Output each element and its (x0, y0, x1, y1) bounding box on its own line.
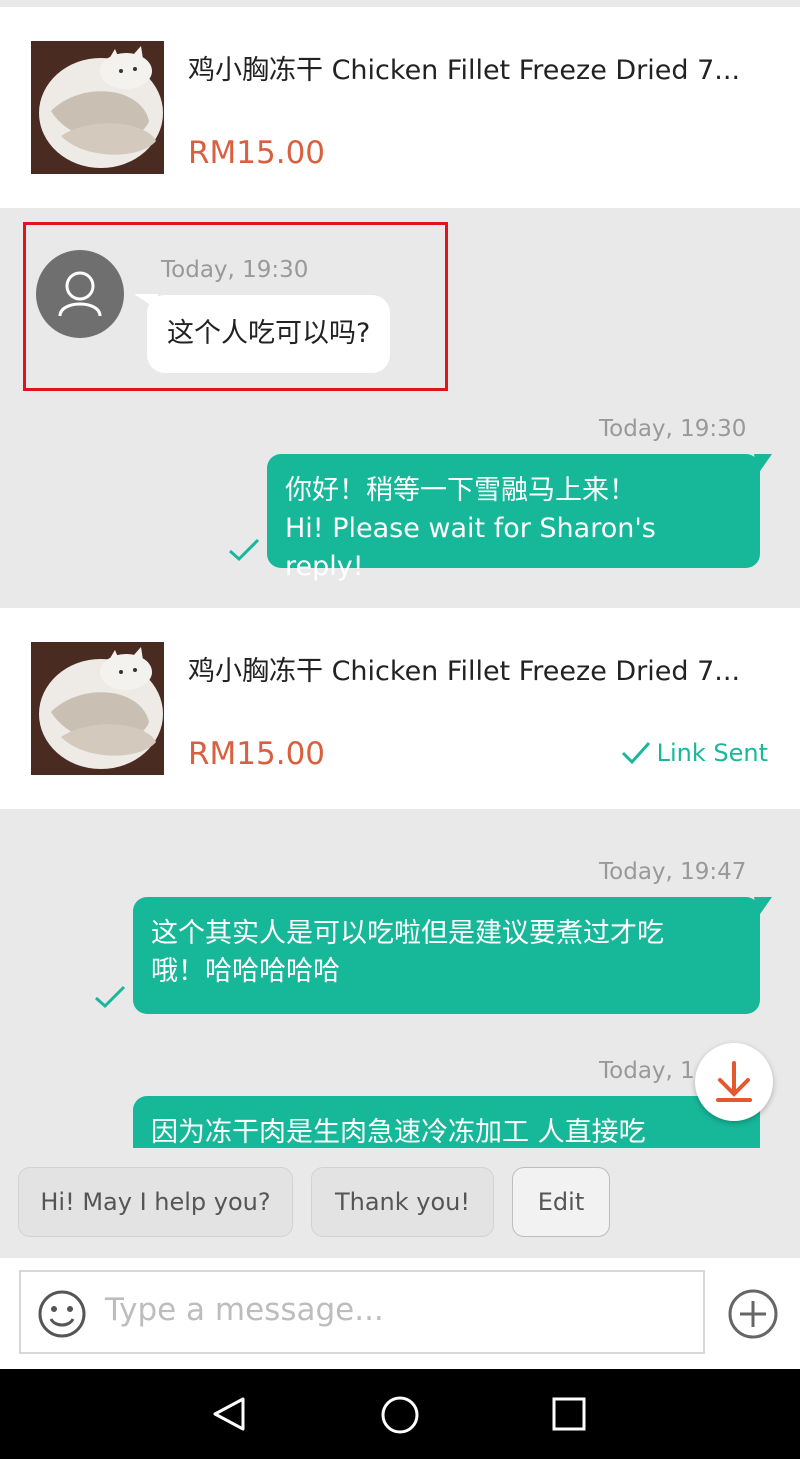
outgoing-message-bubble[interactable]: 你好！稍等一下雪融马上来！ Hi! Please wait for Sharon… (267, 454, 760, 582)
outgoing-message-bubble[interactable]: 这个其实人是可以吃啦但是建议要煮过才吃 哦！哈哈哈哈哈 (133, 897, 760, 1014)
message-composer: Type a message... (0, 1258, 800, 1369)
message-input[interactable]: Type a message... (19, 1270, 705, 1354)
circle-home-icon[interactable] (380, 1395, 420, 1435)
message-line: 这个其实人是可以吃啦但是建议要煮过才吃 (151, 918, 664, 949)
message-placeholder: Type a message... (105, 1292, 384, 1328)
triangle-back-icon[interactable] (210, 1395, 248, 1433)
plus-circle-icon[interactable] (727, 1288, 779, 1340)
message-line: Hi! Please wait for Sharon's reply! (285, 513, 656, 582)
quick-reply-button[interactable]: Hi! May I help you? (18, 1167, 293, 1237)
bubble-tail (754, 454, 772, 474)
bubble-tail (754, 897, 772, 917)
highlight-annotation (23, 222, 448, 391)
message-clip: Today, 1 因为冻干肉是生肉急速冷冻加工 人直接吃 (0, 1040, 800, 1148)
product-title: 鸡小胸冻干 Chicken Fillet Freeze Dried 7... (188, 656, 741, 687)
outgoing-message-bubble[interactable]: 因为冻干肉是生肉急速冷冻加工 人直接吃 (133, 1096, 760, 1148)
scroll-to-bottom-button[interactable] (695, 1043, 773, 1121)
product-image (31, 41, 164, 174)
message-timestamp: Today, 19:47 (599, 859, 747, 885)
product-price: RM15.00 (188, 736, 326, 772)
message-line: 哦！哈哈哈哈哈 (151, 956, 340, 987)
quick-reply-button[interactable]: Thank you! (311, 1167, 494, 1237)
product-card[interactable]: 鸡小胸冻干 Chicken Fillet Freeze Dried 7... R… (0, 7, 800, 208)
top-strip (0, 0, 800, 7)
edit-quick-replies-button[interactable]: Edit (512, 1167, 610, 1237)
checkmark-icon (621, 741, 650, 765)
emoji-icon[interactable] (37, 1289, 87, 1339)
product-card[interactable]: 鸡小胸冻干 Chicken Fillet Freeze Dried 7... R… (0, 608, 800, 809)
message-timestamp: Today, 19:30 (599, 416, 747, 442)
link-sent-status: Link Sent (621, 739, 768, 767)
download-icon (716, 1061, 752, 1102)
message-line: 你好！稍等一下雪融马上来！ (285, 475, 636, 506)
product-price: RM15.00 (188, 135, 326, 171)
system-navigation-bar (0, 1369, 800, 1459)
message-line: 因为冻干肉是生肉急速冷冻加工 人直接吃 (151, 1117, 646, 1148)
product-image (31, 642, 164, 775)
checkmark-icon (229, 538, 260, 562)
link-sent-label: Link Sent (656, 739, 768, 767)
message-timestamp: Today, 1 (599, 1058, 695, 1084)
product-title: 鸡小胸冻干 Chicken Fillet Freeze Dried 7... (188, 55, 741, 86)
checkmark-icon (95, 985, 126, 1009)
square-recents-icon[interactable] (551, 1396, 587, 1432)
